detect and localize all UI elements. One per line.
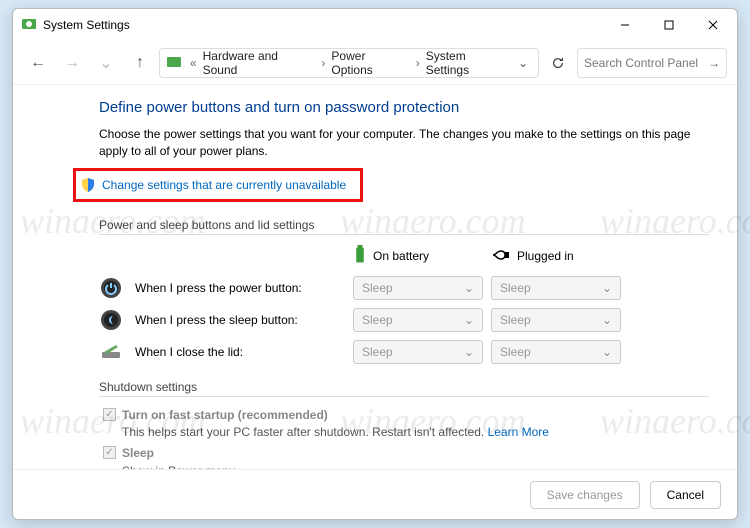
plug-icon [491, 249, 511, 264]
refresh-button[interactable] [543, 48, 573, 78]
shutdown-items: Turn on fast startup (recommended) This … [103, 407, 709, 469]
fast-startup-help: This helps start your PC faster after sh… [122, 425, 709, 439]
power-row-1: When I press the sleep button: Sleep⌄ Slee… [99, 308, 709, 332]
sleep-checkbox [103, 446, 116, 459]
power-row-2: When I close the lid: Sleep⌄ Sleep⌄ [99, 340, 709, 364]
learn-more-link[interactable]: Learn More [488, 425, 549, 439]
battery-icon [353, 245, 367, 268]
sleep-row: Sleep [103, 445, 709, 462]
page-heading: Define power buttons and turn on passwor… [99, 99, 709, 116]
maximize-button[interactable] [647, 10, 691, 40]
row-icon-1 [99, 308, 123, 332]
row-icon-2 [99, 340, 123, 364]
power-row-0: When I press the power button: Sleep⌄ Slee… [99, 276, 709, 300]
col-battery: On battery [353, 245, 483, 268]
search-input[interactable]: Search Control Panel → [577, 48, 727, 78]
save-button[interactable]: Save changes [530, 481, 640, 509]
recent-dropdown[interactable]: ⌄ [91, 48, 121, 78]
crumb-0[interactable]: Hardware and Sound [201, 49, 318, 77]
row-0-plugged-dropdown[interactable]: Sleep⌄ [491, 276, 621, 300]
row-label-0: When I press the power button: [135, 281, 345, 295]
row-0-battery-dropdown[interactable]: Sleep⌄ [353, 276, 483, 300]
search-placeholder: Search Control Panel [584, 56, 698, 70]
breadcrumb-dropdown[interactable]: ⌄ [514, 56, 532, 70]
crumb-2[interactable]: System Settings [424, 49, 514, 77]
admin-link-row: Change settings that are currently unava… [73, 168, 363, 202]
back-button[interactable]: ← [23, 48, 53, 78]
window-title: System Settings [43, 18, 603, 32]
fast-startup-row: Turn on fast startup (recommended) [103, 407, 709, 424]
toolbar: ← → ⌄ ↑ « Hardware and Sound › Power Opt… [13, 41, 737, 85]
row-icon-0 [99, 276, 123, 300]
breadcrumb-icon [166, 55, 182, 71]
content-area: Define power buttons and turn on passwor… [13, 85, 737, 469]
row-label-1: When I press the sleep button: [135, 313, 345, 327]
fast-startup-checkbox [103, 408, 116, 421]
breadcrumb[interactable]: « Hardware and Sound › Power Options › S… [159, 48, 539, 78]
row-2-plugged-dropdown[interactable]: Sleep⌄ [491, 340, 621, 364]
crumb-1[interactable]: Power Options [329, 49, 411, 77]
change-unavailable-link[interactable]: Change settings that are currently unava… [102, 178, 346, 192]
row-1-plugged-dropdown[interactable]: Sleep⌄ [491, 308, 621, 332]
window: System Settings ← → ⌄ ↑ « Hardware and S… [12, 8, 738, 520]
shutdown-section-label: Shutdown settings [99, 380, 709, 397]
forward-button[interactable]: → [57, 48, 87, 78]
up-button[interactable]: ↑ [125, 48, 155, 78]
footer: Save changes Cancel [13, 469, 737, 519]
search-go-icon[interactable]: → [708, 56, 720, 70]
minimize-button[interactable] [603, 10, 647, 40]
row-2-battery-dropdown[interactable]: Sleep⌄ [353, 340, 483, 364]
cancel-button[interactable]: Cancel [650, 481, 721, 509]
close-button[interactable] [691, 10, 735, 40]
col-plugged: Plugged in [491, 249, 621, 264]
app-icon [21, 17, 37, 33]
buttons-section-label: Power and sleep buttons and lid settings [99, 218, 709, 235]
titlebar: System Settings [13, 9, 737, 41]
uac-shield-icon [80, 177, 96, 193]
column-headers: On battery Plugged in [139, 245, 709, 268]
row-label-2: When I close the lid: [135, 345, 345, 359]
row-1-battery-dropdown[interactable]: Sleep⌄ [353, 308, 483, 332]
page-description: Choose the power settings that you want … [99, 126, 709, 160]
